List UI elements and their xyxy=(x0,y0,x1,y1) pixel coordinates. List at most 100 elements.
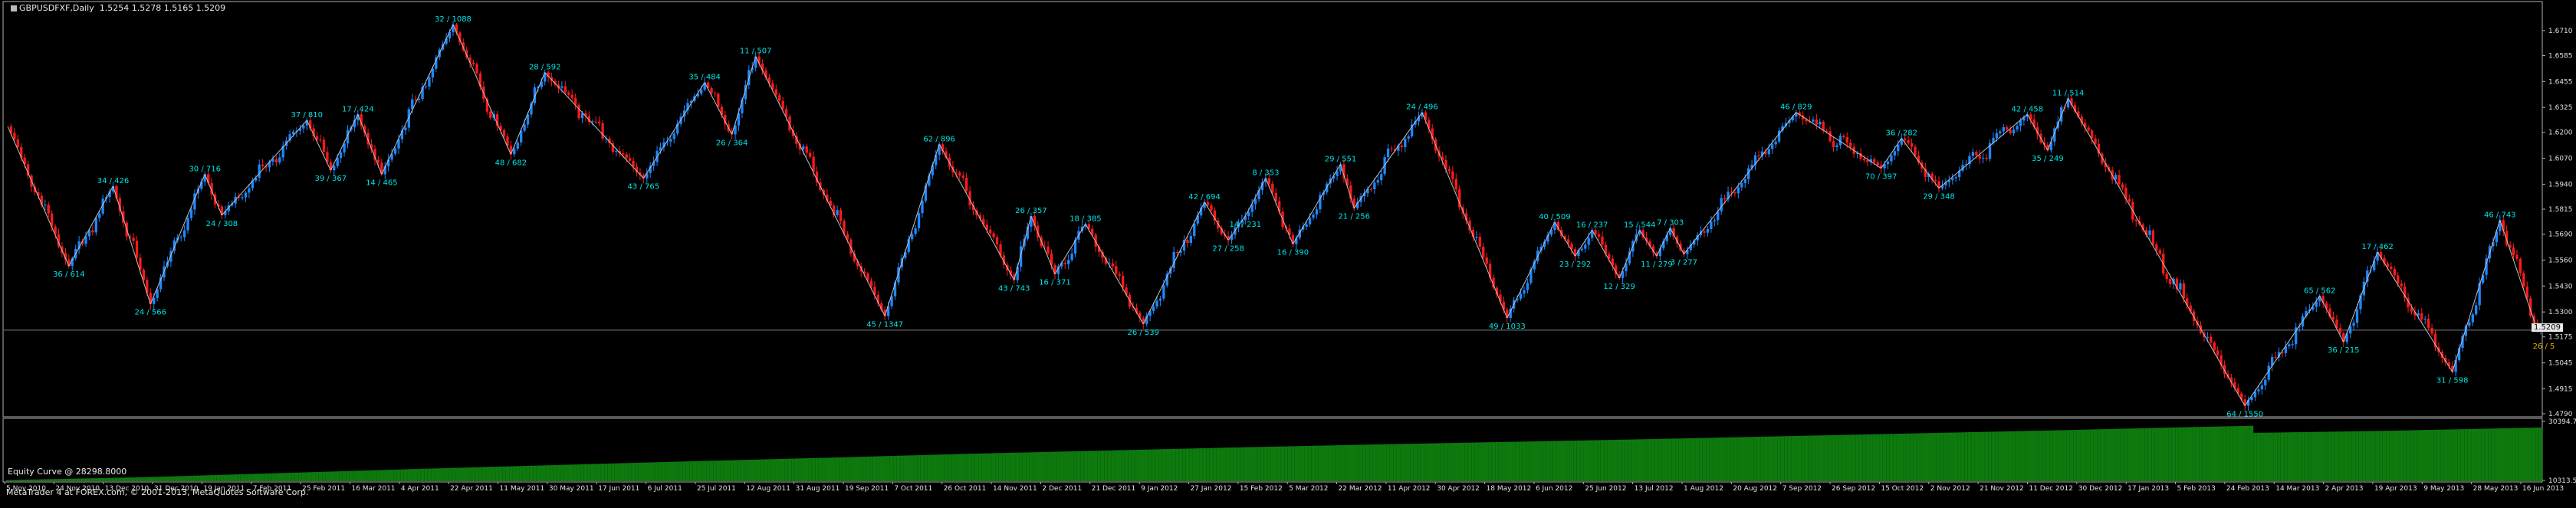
equity-bar xyxy=(1066,451,1070,481)
equity-bar xyxy=(294,472,299,481)
candle-body xyxy=(1982,157,1985,159)
equity-bar xyxy=(1743,437,1747,481)
candle-body xyxy=(2094,138,2097,144)
equity-bar xyxy=(1100,451,1105,481)
equity-bar xyxy=(396,469,401,481)
equity-bar xyxy=(2141,428,2145,481)
candle-body xyxy=(478,73,482,87)
equity-bar xyxy=(780,458,785,481)
equity-bar xyxy=(1562,441,1567,481)
equity-bar xyxy=(529,465,534,481)
time-tick-label: 17 Jan 2013 xyxy=(2128,485,2169,493)
candle-body xyxy=(1842,136,1845,138)
equity-bar xyxy=(1862,434,1866,481)
candle-body xyxy=(1206,202,1210,205)
equity-bar xyxy=(645,462,649,481)
equity-bar xyxy=(1318,445,1322,481)
equity-bar xyxy=(1920,433,1924,481)
equity-bar xyxy=(318,471,323,481)
equity-bar xyxy=(1709,438,1714,481)
equity-bar xyxy=(121,477,126,481)
equity-bar xyxy=(254,474,258,481)
candle-body xyxy=(921,200,924,214)
equity-bar xyxy=(2263,432,2267,481)
equity-bar xyxy=(424,468,428,481)
equity-bar xyxy=(720,460,724,481)
equity-bar xyxy=(1291,446,1295,481)
candle-body xyxy=(1482,247,1485,257)
equity-bar xyxy=(1848,434,1852,481)
equity-bar xyxy=(2488,428,2492,481)
candle-body xyxy=(1315,209,1319,215)
equity-bar xyxy=(2318,431,2321,481)
time-tick-label: 13 Jul 2012 xyxy=(1635,485,1674,493)
candle-body xyxy=(1740,183,1743,188)
equity-bar xyxy=(403,469,408,481)
equity-bar xyxy=(1223,447,1227,481)
equity-bar xyxy=(451,467,455,481)
equity-bar xyxy=(332,471,336,481)
equity-bar xyxy=(1940,432,1944,481)
candle-body xyxy=(1713,220,1716,221)
equity-bar xyxy=(1386,444,1390,481)
equity-bar xyxy=(1804,435,1809,481)
equity-bar xyxy=(1175,448,1179,481)
candle-body xyxy=(1152,306,1155,311)
equity-bar xyxy=(233,474,238,481)
equity-bar xyxy=(441,468,445,481)
swing-label: 16 / 237 xyxy=(1576,221,1608,229)
swing-label: 40 / 509 xyxy=(1539,213,1571,221)
equity-bar xyxy=(2291,432,2295,481)
equity-bar xyxy=(754,459,757,481)
equity-bar xyxy=(2233,426,2237,481)
swing-label: 11 / 507 xyxy=(740,48,772,56)
equity-bar xyxy=(2270,432,2274,481)
equity-bar xyxy=(2522,428,2526,481)
equity-bar xyxy=(2277,432,2281,481)
equity-bar xyxy=(2066,430,2070,481)
equity-bar xyxy=(2229,426,2233,481)
equity-bar xyxy=(900,455,904,481)
equity-bar xyxy=(733,460,738,481)
candle-body xyxy=(2522,273,2525,287)
equity-bar xyxy=(257,474,261,481)
equity-bar xyxy=(1536,441,1539,481)
equity-bar xyxy=(189,475,193,481)
candle-body xyxy=(2426,318,2430,328)
swing-label: 42 / 694 xyxy=(1188,193,1221,202)
equity-bar xyxy=(1417,443,1421,481)
candle-body xyxy=(1376,180,1379,183)
price-tick-label: 1.5690 xyxy=(2548,231,2573,239)
equity-bar xyxy=(2389,431,2394,481)
candle-body xyxy=(2430,327,2433,334)
equity-bar xyxy=(186,476,190,481)
candle-body xyxy=(2216,350,2220,356)
candle-body xyxy=(2009,129,2012,134)
equity-bar xyxy=(1376,444,1380,481)
equity-bar xyxy=(2076,429,2081,481)
swing-label: 24 / 566 xyxy=(134,309,166,317)
equity-bar xyxy=(570,464,574,481)
candle-body xyxy=(333,166,336,171)
equity-bar xyxy=(2161,428,2165,481)
equity-bar xyxy=(872,456,877,481)
equity-bar xyxy=(448,467,452,481)
equity-bar xyxy=(366,470,370,481)
candle-body xyxy=(2012,129,2016,134)
equity-bar xyxy=(889,456,894,481)
equity-bar xyxy=(1237,447,1240,481)
equity-bar xyxy=(1471,442,1475,481)
candle-body xyxy=(302,125,305,129)
equity-bar xyxy=(866,456,870,481)
equity-bar xyxy=(968,454,972,481)
equity-bar xyxy=(311,472,316,481)
symbol-title: GBPUSDFXF,Daily xyxy=(19,3,94,13)
equity-bar xyxy=(1195,448,1200,481)
equity-bar xyxy=(2036,431,2039,481)
equity-bar xyxy=(2042,430,2046,481)
equity-bar xyxy=(879,456,883,481)
candle-body xyxy=(1812,120,1815,122)
equity-bar xyxy=(2117,428,2121,481)
candle-body xyxy=(935,155,938,166)
equity-bar xyxy=(801,458,805,481)
